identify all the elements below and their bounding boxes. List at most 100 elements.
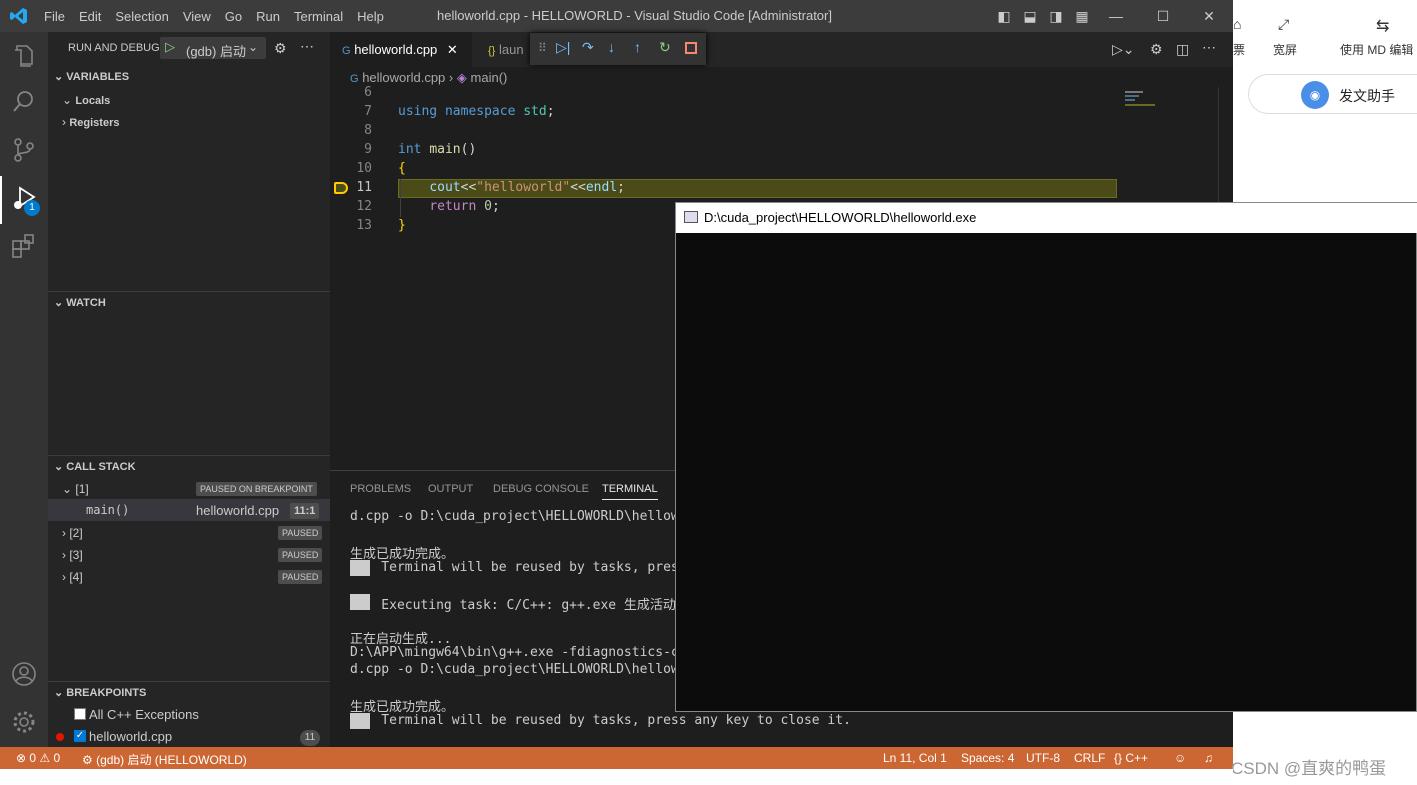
start-debug-icon[interactable]: ▷ [165, 39, 175, 55]
bookmark-icon[interactable]: ⌂ [1233, 16, 1241, 32]
menu-file[interactable]: File [44, 9, 65, 24]
debug-status[interactable]: ⚙ (gdb) 启动 (HELLOWORLD) [82, 751, 247, 768]
line-ending[interactable]: CRLF [1074, 751, 1105, 765]
watch-section-header[interactable]: ⌄ WATCH [48, 291, 330, 313]
cpp-file-icon: G [342, 45, 351, 57]
run-file-icon[interactable]: ▷⌄ [1112, 41, 1135, 58]
drag-handle-icon[interactable]: ⠿ [538, 41, 547, 55]
thread-label: [2] [69, 526, 83, 540]
code-line[interactable]: return 0; [398, 199, 499, 214]
toggle-secondary-icon[interactable]: ◨ [1048, 8, 1064, 24]
console-title-bar[interactable]: D:\cuda_project\HELLOWORLD\helloworld.ex… [676, 203, 1417, 233]
thread-status-badge: PAUSED [278, 570, 323, 584]
close-icon[interactable]: ✕ [1201, 8, 1217, 24]
thread-label: [3] [69, 548, 83, 562]
console-app-icon [684, 211, 698, 223]
thread-item[interactable]: › [2] [62, 526, 83, 540]
bp-exceptions-checkbox[interactable] [74, 708, 86, 720]
menu-view[interactable]: View [183, 9, 211, 24]
step-over-icon[interactable]: ↷ [582, 39, 594, 56]
thread-label: [4] [69, 570, 83, 584]
code-line[interactable]: int main() [398, 142, 476, 157]
tree-item-registers[interactable]: › Registers [62, 115, 119, 129]
switch-icon[interactable]: ⇆ [1376, 16, 1389, 36]
tree-item-locals[interactable]: ⌄ Locals [62, 93, 110, 107]
explorer-icon[interactable] [10, 42, 38, 70]
line-number: 6 [364, 85, 372, 100]
account-icon[interactable] [10, 660, 38, 688]
menu-selection[interactable]: Selection [115, 9, 168, 24]
restart-icon[interactable]: ↻ [659, 39, 671, 56]
menu-help[interactable]: Help [357, 9, 384, 24]
more-actions-icon[interactable]: ⋯ [300, 38, 314, 55]
editor-gear-icon[interactable]: ⚙ [1150, 41, 1163, 58]
registers-label: Registers [69, 117, 120, 129]
thread-item[interactable]: › [3] [62, 548, 83, 562]
terminal-line: D:\APP\mingw64\bin\g++.exe -fdiagnostics… [350, 645, 703, 660]
terminal-line: * Executing task: C/C++: g++.exe 生成活动文件 [350, 598, 702, 613]
terminal-line: d.cpp -o D:\cuda_project\HELLOWORLD\hell… [350, 509, 711, 524]
encoding[interactable]: UTF-8 [1026, 751, 1060, 765]
problems-status[interactable]: ⊗ 0 ⚠ 0 [16, 751, 60, 765]
step-out-icon[interactable]: ↑ [634, 39, 641, 55]
console-window[interactable]: D:\cuda_project\HELLOWORLD\helloworld.ex… [675, 202, 1417, 712]
source-control-icon[interactable] [10, 136, 38, 164]
split-editor-icon[interactable]: ◫ [1176, 41, 1189, 58]
callstack-section-header[interactable]: ⌄ CALL STACK [48, 455, 330, 477]
notifications-bell-icon[interactable]: ♫ [1204, 751, 1213, 765]
search-icon[interactable] [10, 88, 38, 116]
debug-badge: 1 [24, 200, 40, 216]
tab-problems[interactable]: PROBLEMS [350, 483, 411, 495]
code-line[interactable]: using namespace std; [398, 104, 555, 119]
step-into-icon[interactable]: ↓ [608, 39, 615, 55]
browser-button-label[interactable]: 票 [1233, 41, 1245, 58]
settings-gear-icon[interactable] [10, 708, 38, 736]
debug-config-select[interactable]: ▷ (gdb) 启动 ⌄ [160, 37, 266, 59]
close-tab-icon[interactable]: ✕ [447, 42, 458, 57]
debug-settings-gear-icon[interactable]: ⚙ [274, 40, 287, 57]
menu-run[interactable]: Run [256, 9, 280, 24]
stack-frame-row[interactable]: main() helloworld.cpp 11:1 [48, 499, 330, 521]
feedback-icon[interactable]: ☺ [1174, 751, 1186, 765]
menu-go[interactable]: Go [225, 9, 242, 24]
wide-screen-label[interactable]: 宽屏 [1273, 41, 1297, 58]
breadcrumb-symbol[interactable]: main() [471, 70, 508, 85]
cpp-file-icon: G [350, 73, 359, 85]
layout-icon[interactable]: ▦ [1074, 8, 1090, 24]
tab-debug-console[interactable]: DEBUG CONSOLE [493, 483, 589, 495]
menu-terminal[interactable]: Terminal [294, 9, 343, 24]
variables-section-header[interactable]: ⌄ VARIABLES [48, 66, 330, 88]
chevron-down-icon: ⌄ [62, 482, 73, 496]
toggle-sidebar-icon[interactable]: ◧ [996, 8, 1012, 24]
debug-status-label: (gdb) 启动 (HELLOWORLD) [96, 753, 247, 767]
tab-output[interactable]: OUTPUT [428, 483, 473, 495]
breakpoints-title: BREAKPOINTS [66, 687, 147, 699]
stop-icon[interactable] [685, 42, 697, 54]
run-debug-icon[interactable]: 1 [10, 184, 40, 216]
maximize-icon[interactable]: ☐ [1155, 8, 1171, 24]
indentation[interactable]: Spaces: 4 [961, 751, 1014, 765]
md-editor-label[interactable]: 使用 MD 编辑 [1340, 41, 1413, 58]
wide-screen-icon[interactable]: ⤢ [1278, 16, 1289, 33]
toggle-panel-icon[interactable]: ⬓ [1022, 8, 1038, 24]
code-line[interactable]: } [398, 218, 406, 233]
code-line[interactable]: cout<<"helloworld"<<endl; [398, 180, 625, 195]
continue-icon[interactable]: ▷| [556, 39, 570, 56]
assistant-button[interactable]: ◉ 发文助手 [1248, 74, 1417, 114]
bp-file-checkbox[interactable]: ✓ [74, 730, 86, 742]
cursor-position[interactable]: Ln 11, Col 1 [883, 751, 947, 765]
menu-edit[interactable]: Edit [79, 9, 101, 24]
extensions-icon[interactable] [10, 232, 38, 260]
language-mode[interactable]: {} C++ [1114, 751, 1148, 765]
breakpoint-arrow-icon[interactable] [334, 182, 348, 194]
tab-helloworld-cpp[interactable]: G helloworld.cpp ✕ [330, 32, 472, 67]
editor-more-icon[interactable]: ⋯ [1202, 39, 1216, 56]
breadcrumb-file[interactable]: helloworld.cpp [362, 70, 445, 85]
tab-launch-json[interactable]: {} laun [476, 32, 536, 67]
minimize-icon[interactable]: — [1108, 8, 1124, 24]
code-line[interactable]: { [398, 161, 406, 176]
chevron-right-icon: › [62, 548, 66, 562]
tab-terminal[interactable]: TERMINAL [602, 483, 658, 500]
breakpoints-section-header[interactable]: ⌄ BREAKPOINTS [48, 681, 330, 703]
thread-item[interactable]: › [4] [62, 570, 83, 584]
